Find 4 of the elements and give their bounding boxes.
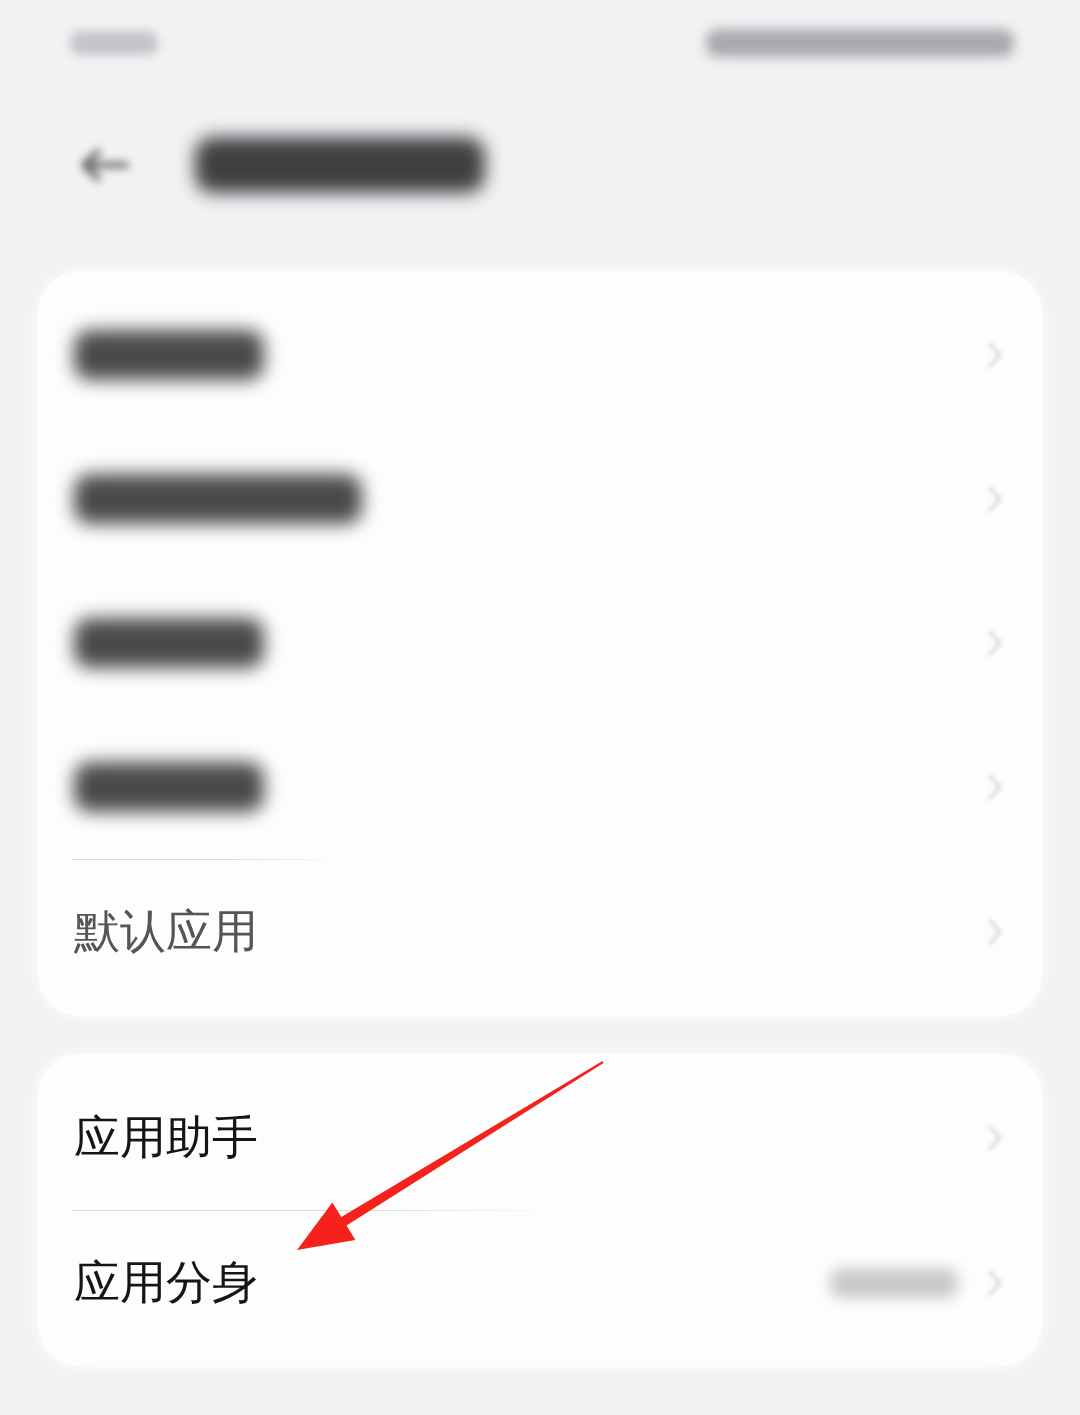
settings-item[interactable]: 默认应用	[38, 860, 1042, 1004]
settings-item[interactable]: 应用助手	[38, 1066, 1042, 1210]
back-icon[interactable]	[78, 147, 130, 183]
settings-item[interactable]: 应用分身	[38, 1211, 1042, 1355]
